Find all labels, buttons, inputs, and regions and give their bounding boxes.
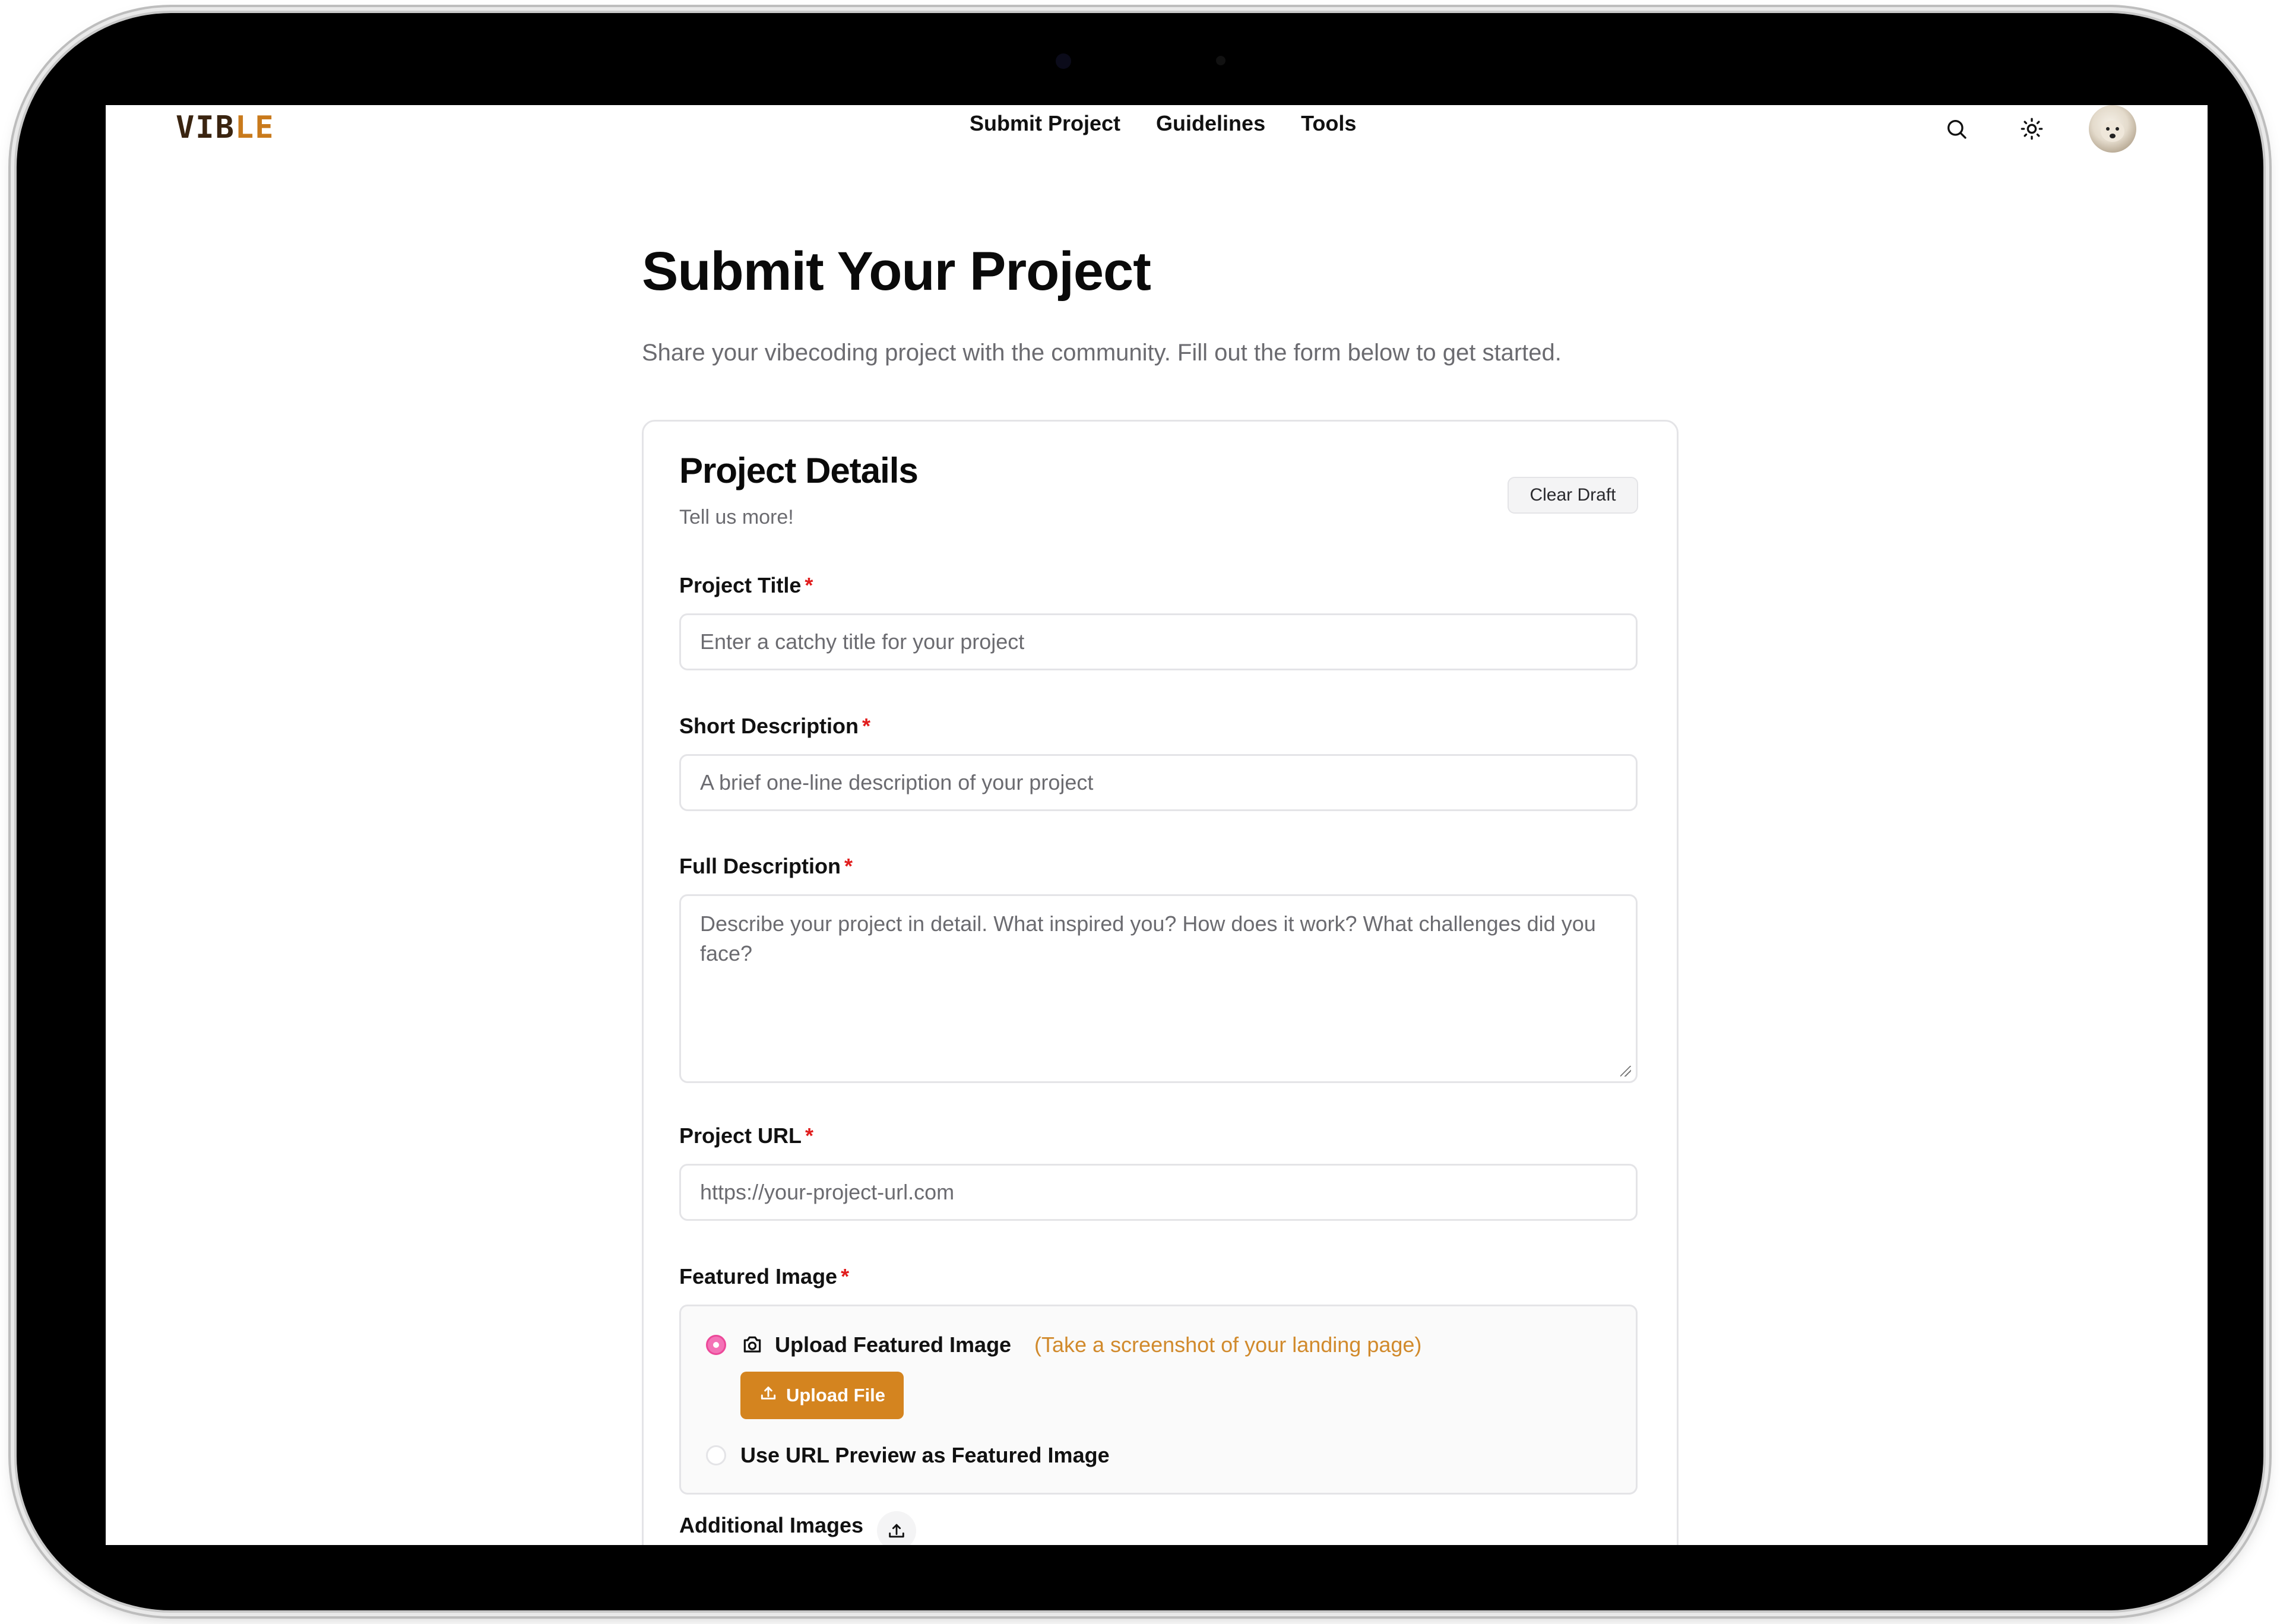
required-mark: * <box>805 573 813 597</box>
camera-icon <box>740 1334 764 1359</box>
upload-file-label: Upload File <box>786 1385 886 1405</box>
full-description-placeholder: Describe your project in detail. What in… <box>700 911 1596 965</box>
app-screen: VIBLE Submit Project Guidelines Tools Su… <box>106 105 2208 1545</box>
project-title-input[interactable]: Enter a catchy title for your project <box>679 613 1638 670</box>
short-description-label: Short Description * <box>679 714 871 738</box>
project-url-label: Project URL * <box>679 1123 814 1148</box>
project-url-input[interactable]: https://your-project-url.com <box>679 1164 1638 1221</box>
sensor-dot <box>1216 56 1226 65</box>
full-description-textarea[interactable]: Describe your project in detail. What in… <box>679 894 1638 1083</box>
card-subtitle: Tell us more! <box>679 506 794 528</box>
resize-handle-icon[interactable] <box>1620 1066 1631 1077</box>
option-url-preview-label[interactable]: Use URL Preview as Featured Image <box>740 1443 1110 1468</box>
required-mark: * <box>844 854 853 878</box>
clear-draft-button[interactable]: Clear Draft <box>1508 477 1638 514</box>
short-description-input[interactable]: A brief one-line description of your pro… <box>679 754 1638 811</box>
avatar[interactable] <box>2089 105 2136 153</box>
full-description-label: Full Description * <box>679 854 853 878</box>
site-logo[interactable]: VIBLE <box>176 110 275 145</box>
featured-image-options: Upload Featured Image (Take a screenshot… <box>679 1305 1638 1495</box>
add-images-upload-icon[interactable] <box>877 1511 916 1545</box>
nav-submit-project[interactable]: Submit Project <box>970 111 1120 136</box>
additional-images-label: Additional Images <box>679 1513 864 1537</box>
nav-tools[interactable]: Tools <box>1301 111 1356 136</box>
card-title: Project Details <box>679 451 919 490</box>
required-mark: * <box>841 1264 850 1289</box>
tablet-frame: VIBLE Submit Project Guidelines Tools Su… <box>17 13 2263 1610</box>
nav-guidelines[interactable]: Guidelines <box>1156 111 1265 136</box>
project-details-card: Project Details Tell us more! Clear Draf… <box>642 420 1679 1545</box>
radio-upload-featured-image[interactable] <box>706 1335 726 1355</box>
front-camera <box>1056 53 1071 69</box>
upload-hint: (Take a screenshot of your landing page) <box>1034 1332 1422 1357</box>
main-nav: Submit Project Guidelines Tools <box>970 111 1356 136</box>
search-icon[interactable] <box>1937 110 1975 148</box>
required-mark: * <box>805 1123 814 1148</box>
required-mark: * <box>862 714 871 738</box>
option-upload-label[interactable]: Upload Featured Image <box>775 1332 1011 1357</box>
featured-image-label: Featured Image * <box>679 1264 850 1289</box>
page-title: Submit Your Project <box>642 241 1151 302</box>
sun-icon[interactable] <box>2013 110 2051 148</box>
upload-file-button[interactable]: Upload File <box>740 1372 904 1419</box>
page-subtitle: Share your vibecoding project with the c… <box>642 340 1562 366</box>
upload-icon <box>759 1384 778 1407</box>
project-title-label: Project Title * <box>679 573 813 597</box>
radio-url-preview[interactable] <box>706 1445 726 1465</box>
